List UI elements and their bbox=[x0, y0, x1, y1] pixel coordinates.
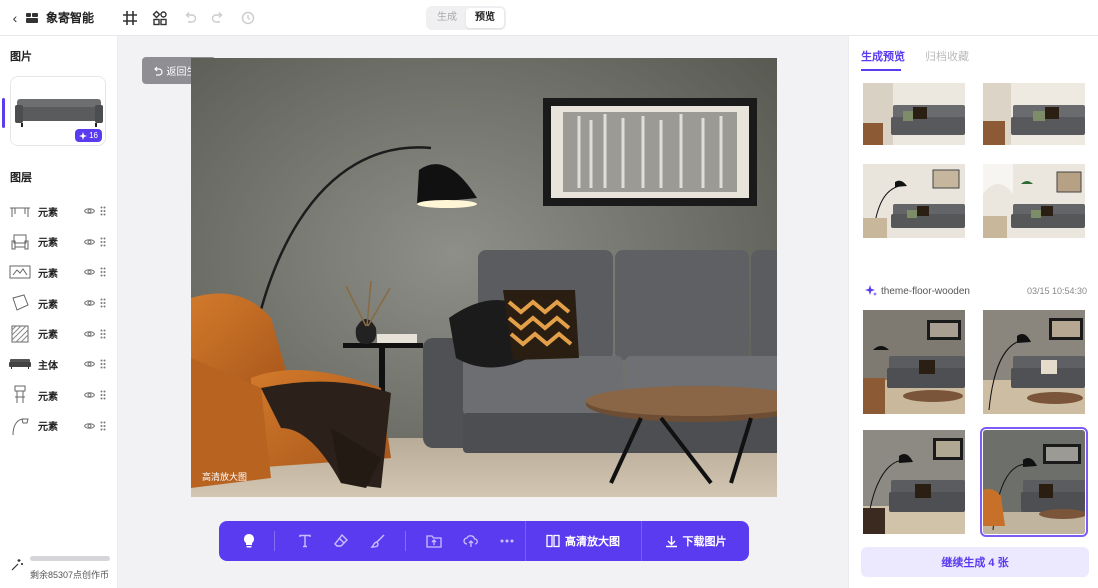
layer-item[interactable]: 元素 bbox=[8, 199, 108, 223]
download-label: 下载图片 bbox=[682, 536, 727, 548]
eye-icon[interactable] bbox=[83, 328, 95, 340]
left-panel: 图片 16 图层 元素 元素 元素 元素 元素 主体 元素 元素 剩余85307… bbox=[0, 36, 118, 588]
drag-handle-icon[interactable] bbox=[98, 358, 108, 370]
lightbulb-icon[interactable] bbox=[239, 531, 259, 551]
drag-handle-icon[interactable] bbox=[98, 328, 108, 340]
right-panel: 生成预览 归档收藏 theme-floor-wooden 03/15 10:54… bbox=[848, 36, 1098, 588]
picture-frame-icon bbox=[8, 262, 32, 282]
preview-canvas[interactable] bbox=[191, 58, 777, 497]
drag-handle-icon[interactable] bbox=[98, 420, 108, 432]
drag-handle-icon[interactable] bbox=[98, 266, 108, 278]
floor-lamp-icon bbox=[8, 416, 32, 436]
mode-toggle: 生成 预览 bbox=[426, 6, 506, 30]
layer-name: 元素 bbox=[38, 391, 58, 403]
layer-item[interactable]: 元素 bbox=[8, 322, 108, 346]
generated-image-thumb[interactable] bbox=[863, 430, 965, 534]
layer-item[interactable]: 元素 bbox=[8, 291, 108, 315]
mode-generate[interactable]: 生成 bbox=[428, 8, 466, 28]
hd-upscale-label: 高清放大图 bbox=[565, 536, 620, 548]
tab-archive-favorites[interactable]: 归档收藏 bbox=[925, 48, 969, 64]
brand-name: 象寄智能 bbox=[46, 11, 95, 25]
credits-remaining: 剩余85307点创作币 bbox=[30, 570, 110, 580]
layer-item[interactable]: 元素 bbox=[8, 383, 108, 407]
layer-name: 元素 bbox=[38, 299, 58, 311]
generated-image-thumb[interactable] bbox=[863, 83, 965, 145]
layer-name: 元素 bbox=[38, 207, 58, 219]
eye-icon[interactable] bbox=[83, 266, 95, 278]
layer-item[interactable]: 元素 bbox=[8, 260, 108, 284]
layer-name: 元素 bbox=[38, 268, 58, 280]
download-button[interactable]: 下载图片 bbox=[642, 521, 749, 561]
drag-handle-icon[interactable] bbox=[98, 389, 108, 401]
compare-icon bbox=[546, 534, 560, 548]
selected-indicator bbox=[2, 98, 5, 128]
eraser-icon[interactable] bbox=[331, 531, 351, 551]
grid-frame-icon[interactable] bbox=[120, 8, 140, 28]
generated-image-thumb[interactable] bbox=[983, 83, 1085, 145]
sofa-icon bbox=[8, 354, 32, 374]
generated-image-thumb[interactable] bbox=[863, 310, 965, 414]
side-table-icon bbox=[8, 385, 32, 405]
return-arrow-icon bbox=[153, 66, 163, 76]
hd-image-tag: 高清放大图 bbox=[202, 472, 248, 482]
drag-handle-icon[interactable] bbox=[98, 297, 108, 309]
eye-icon[interactable] bbox=[83, 420, 95, 432]
generated-image-thumb-selected[interactable] bbox=[980, 427, 1088, 537]
image-count-badge: 16 bbox=[75, 129, 102, 142]
download-icon bbox=[665, 535, 677, 547]
continue-generate-button[interactable]: 继续生成 4 张 bbox=[861, 547, 1089, 577]
top-bar: ‹ 象寄智能 生成 预览 bbox=[0, 0, 1098, 36]
theme-info-row: theme-floor-wooden 03/15 10:54:30 bbox=[865, 284, 1087, 298]
generated-image-thumb[interactable] bbox=[863, 164, 965, 238]
living-room-scene-image bbox=[191, 58, 777, 497]
mode-preview[interactable]: 预览 bbox=[466, 8, 504, 28]
layer-name: 元素 bbox=[38, 422, 58, 434]
layer-item[interactable]: 主体 bbox=[8, 352, 108, 376]
generated-image-thumb[interactable] bbox=[983, 164, 1085, 238]
brand-logo-icon bbox=[26, 13, 38, 23]
magic-wand-icon bbox=[11, 559, 23, 571]
eye-icon[interactable] bbox=[83, 389, 95, 401]
more-icon[interactable] bbox=[497, 531, 517, 551]
theme-timestamp: 03/15 10:54:30 bbox=[1026, 286, 1087, 296]
brush-icon[interactable] bbox=[368, 531, 388, 551]
pillow-icon bbox=[8, 324, 32, 344]
layer-list: 元素 元素 元素 元素 元素 主体 元素 元素 bbox=[8, 199, 108, 445]
source-image-thumb[interactable]: 16 bbox=[10, 76, 106, 146]
drag-handle-icon[interactable] bbox=[98, 205, 108, 217]
undo-icon[interactable] bbox=[180, 8, 200, 28]
layer-name: 元素 bbox=[38, 238, 58, 250]
eye-icon[interactable] bbox=[83, 358, 95, 370]
layer-name: 元素 bbox=[38, 330, 58, 342]
image-count: 16 bbox=[89, 131, 98, 140]
sparkle-icon bbox=[79, 131, 88, 140]
text-icon[interactable] bbox=[295, 531, 315, 551]
generated-image-thumb[interactable] bbox=[983, 310, 1085, 414]
layer-item[interactable]: 元素 bbox=[8, 230, 108, 254]
history-icon[interactable] bbox=[238, 8, 258, 28]
credits-progress-bar bbox=[30, 556, 110, 561]
table-icon bbox=[8, 201, 32, 221]
cloud-upload-icon[interactable] bbox=[461, 531, 481, 551]
redo-icon[interactable] bbox=[208, 8, 228, 28]
layers-section-title: 图层 bbox=[10, 172, 32, 184]
image-section-title: 图片 bbox=[10, 51, 32, 63]
hd-upscale-button[interactable]: 高清放大图 bbox=[526, 521, 640, 561]
eye-icon[interactable] bbox=[83, 297, 95, 309]
armchair-icon bbox=[8, 232, 32, 252]
sparkle-icon bbox=[865, 285, 877, 296]
components-icon[interactable] bbox=[150, 8, 170, 28]
back-arrow-icon[interactable]: ‹ bbox=[8, 10, 22, 26]
drag-handle-icon[interactable] bbox=[98, 236, 108, 248]
tab-generate-preview[interactable]: 生成预览 bbox=[861, 48, 905, 64]
active-tab-underline bbox=[861, 69, 901, 71]
folder-upload-icon[interactable] bbox=[424, 531, 444, 551]
layer-item[interactable]: 元素 bbox=[8, 414, 108, 438]
eye-icon[interactable] bbox=[83, 205, 95, 217]
cushion-icon bbox=[8, 293, 32, 313]
bottom-toolbar: 高清放大图 下载图片 bbox=[219, 521, 749, 561]
layer-name: 主体 bbox=[38, 360, 58, 372]
theme-name: theme-floor-wooden bbox=[881, 285, 970, 297]
eye-icon[interactable] bbox=[83, 236, 95, 248]
